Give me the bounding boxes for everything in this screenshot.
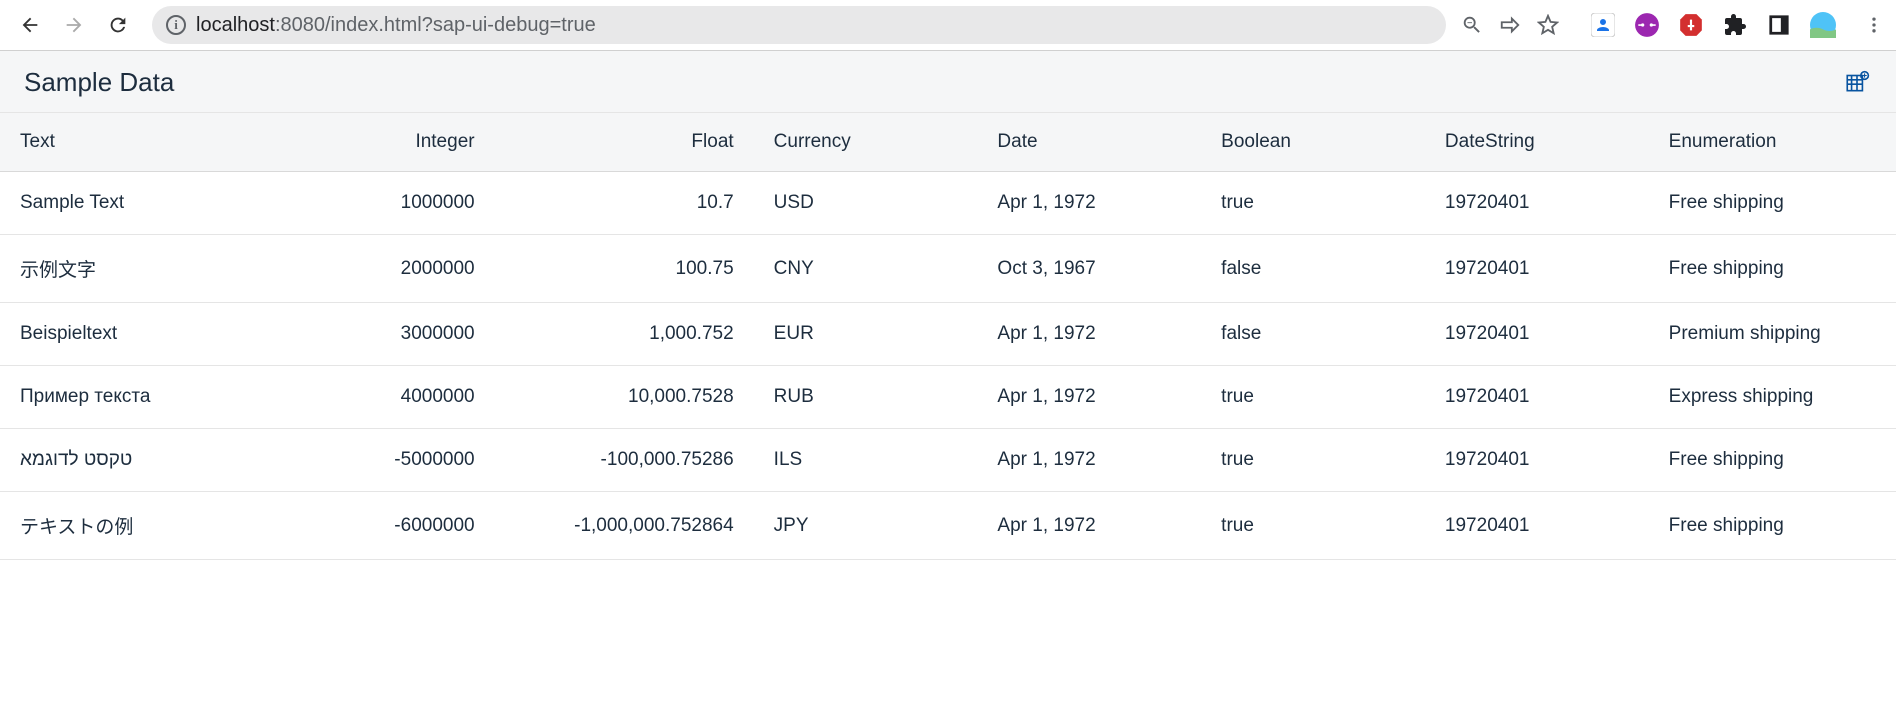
cell-date: Oct 3, 1967 — [977, 235, 1201, 303]
page-header: Sample Data — [0, 51, 1896, 113]
arrow-left-icon — [19, 14, 41, 36]
cell-datestring: 19720401 — [1425, 492, 1649, 560]
bookmark-star-icon[interactable] — [1536, 13, 1560, 37]
cell-currency: JPY — [754, 492, 978, 560]
cell-float: 100.75 — [495, 235, 754, 303]
cell-float: 1,000.752 — [495, 303, 754, 366]
profile-avatar-icon[interactable] — [1810, 12, 1836, 38]
table-row[interactable]: 示例文字2000000100.75CNYOct 3, 1967false1972… — [0, 235, 1896, 303]
cell-currency: CNY — [754, 235, 978, 303]
cell-enumeration: Free shipping — [1649, 235, 1896, 303]
arrow-right-icon — [63, 14, 85, 36]
cell-boolean: true — [1201, 492, 1425, 560]
table-row[interactable]: Sample Text100000010.7USDApr 1, 1972true… — [0, 172, 1896, 235]
extensions-puzzle-icon[interactable] — [1722, 12, 1748, 38]
cell-boolean: true — [1201, 366, 1425, 429]
table-row[interactable]: Пример текста400000010,000.7528RUBApr 1,… — [0, 366, 1896, 429]
cell-datestring: 19720401 — [1425, 235, 1649, 303]
cell-enumeration: Free shipping — [1649, 492, 1896, 560]
extension-avatar-icon[interactable] — [1590, 12, 1616, 38]
cell-currency: RUB — [754, 366, 978, 429]
cell-currency: ILS — [754, 429, 978, 492]
column-header-enumeration[interactable]: Enumeration — [1649, 113, 1896, 172]
column-header-boolean[interactable]: Boolean — [1201, 113, 1425, 172]
share-icon[interactable] — [1498, 13, 1522, 37]
page-title: Sample Data — [24, 67, 174, 98]
chrome-actions — [1460, 13, 1566, 37]
cell-boolean: false — [1201, 303, 1425, 366]
cell-boolean: true — [1201, 172, 1425, 235]
cell-integer: 3000000 — [306, 303, 494, 366]
cell-integer: -6000000 — [306, 492, 494, 560]
column-header-date[interactable]: Date — [977, 113, 1201, 172]
reload-button[interactable] — [98, 5, 138, 45]
forward-button[interactable] — [54, 5, 94, 45]
reload-icon — [107, 14, 129, 36]
cell-datestring: 19720401 — [1425, 172, 1649, 235]
cell-date: Apr 1, 1972 — [977, 492, 1201, 560]
cell-datestring: 19720401 — [1425, 303, 1649, 366]
column-header-integer[interactable]: Integer — [306, 113, 494, 172]
column-header-datestring[interactable]: DateString — [1425, 113, 1649, 172]
cell-enumeration: Premium shipping — [1649, 303, 1896, 366]
data-table: Text Integer Float Currency Date Boolean… — [0, 113, 1896, 560]
extension-icons — [1590, 12, 1886, 38]
cell-float: -100,000.75286 — [495, 429, 754, 492]
cell-text: Beispieltext — [0, 303, 306, 366]
column-header-currency[interactable]: Currency — [754, 113, 978, 172]
url-text: localhost:8080/index.html?sap-ui-debug=t… — [196, 14, 596, 37]
table-row[interactable]: טקסט לדוגמא-5000000-100,000.75286ILSApr … — [0, 429, 1896, 492]
site-info-icon[interactable]: i — [166, 15, 186, 35]
table-header-row: Text Integer Float Currency Date Boolean… — [0, 113, 1896, 172]
cell-currency: EUR — [754, 303, 978, 366]
column-header-float[interactable]: Float — [495, 113, 754, 172]
browser-toolbar: i localhost:8080/index.html?sap-ui-debug… — [0, 0, 1896, 50]
cell-text: Пример текста — [0, 366, 306, 429]
table-row[interactable]: Beispieltext30000001,000.752EURApr 1, 19… — [0, 303, 1896, 366]
zoom-out-icon[interactable] — [1460, 13, 1484, 37]
cell-enumeration: Free shipping — [1649, 429, 1896, 492]
cell-datestring: 19720401 — [1425, 429, 1649, 492]
cell-currency: USD — [754, 172, 978, 235]
extension-square-icon[interactable] — [1766, 12, 1792, 38]
cell-text: テキストの例 — [0, 492, 306, 560]
cell-date: Apr 1, 1972 — [977, 366, 1201, 429]
cell-integer: 1000000 — [306, 172, 494, 235]
extension-purple-icon[interactable] — [1634, 12, 1660, 38]
cell-datestring: 19720401 — [1425, 366, 1649, 429]
chrome-menu-icon[interactable] — [1862, 13, 1886, 37]
cell-text: טקסט לדוגמא — [0, 429, 306, 492]
cell-boolean: true — [1201, 429, 1425, 492]
cell-integer: 4000000 — [306, 366, 494, 429]
table-settings-button[interactable] — [1844, 69, 1872, 97]
cell-date: Apr 1, 1972 — [977, 429, 1201, 492]
cell-boolean: false — [1201, 235, 1425, 303]
cell-text: 示例文字 — [0, 235, 306, 303]
address-bar[interactable]: i localhost:8080/index.html?sap-ui-debug… — [152, 6, 1446, 44]
cell-float: -1,000,000.752864 — [495, 492, 754, 560]
cell-date: Apr 1, 1972 — [977, 303, 1201, 366]
column-header-text[interactable]: Text — [0, 113, 306, 172]
cell-enumeration: Free shipping — [1649, 172, 1896, 235]
cell-integer: 2000000 — [306, 235, 494, 303]
cell-float: 10,000.7528 — [495, 366, 754, 429]
cell-integer: -5000000 — [306, 429, 494, 492]
back-button[interactable] — [10, 5, 50, 45]
table-row[interactable]: テキストの例-6000000-1,000,000.752864JPYApr 1,… — [0, 492, 1896, 560]
cell-enumeration: Express shipping — [1649, 366, 1896, 429]
cell-float: 10.7 — [495, 172, 754, 235]
extension-block-icon[interactable] — [1678, 12, 1704, 38]
cell-text: Sample Text — [0, 172, 306, 235]
cell-date: Apr 1, 1972 — [977, 172, 1201, 235]
